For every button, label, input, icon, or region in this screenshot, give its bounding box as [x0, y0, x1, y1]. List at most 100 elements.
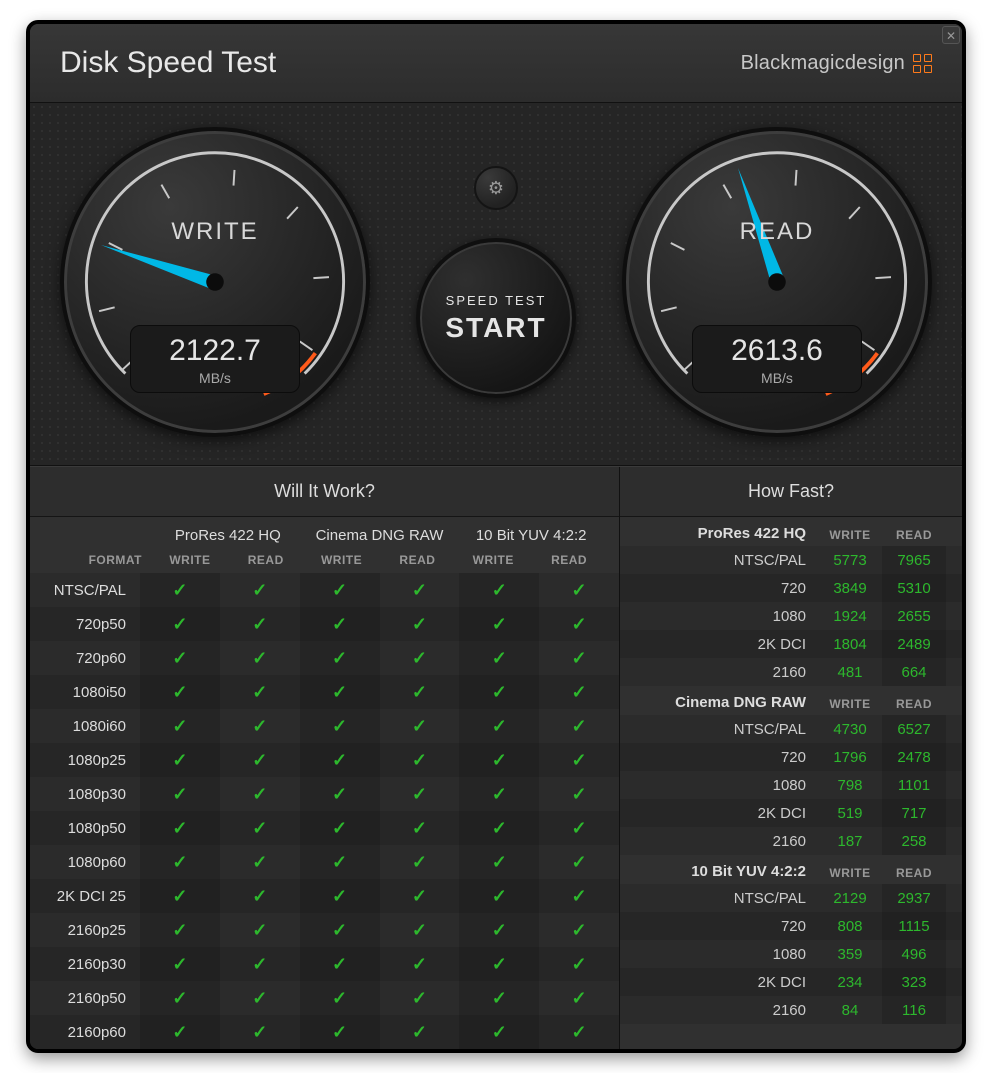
check-icon: ✓ — [140, 913, 220, 947]
format-label: 1080i60 — [30, 718, 140, 735]
how-fast-row: 216084116 — [620, 996, 962, 1024]
hf-read-value: 2937 — [882, 884, 946, 912]
hf-write-value: 2129 — [818, 890, 882, 907]
how-fast-row: 2160481664 — [620, 658, 962, 686]
check-icon: ✓ — [220, 886, 300, 907]
hf-label: 1080 — [636, 608, 818, 625]
hf-label: 2160 — [636, 1002, 818, 1019]
check-icon: ✓ — [459, 743, 539, 777]
check-icon: ✓ — [220, 614, 300, 635]
hf-write-value: 3849 — [818, 580, 882, 597]
hf-write-value: 519 — [818, 805, 882, 822]
check-icon: ✓ — [380, 886, 460, 907]
close-icon[interactable]: ✕ — [942, 26, 960, 44]
hf-read-value: 1101 — [882, 771, 946, 799]
how-fast-row: NTSC/PAL57737965 — [620, 546, 962, 574]
hf-write-value: 187 — [818, 833, 882, 850]
check-icon: ✓ — [380, 716, 460, 737]
hf-label: 1080 — [636, 777, 818, 794]
gear-icon: ⚙ — [488, 178, 504, 199]
hf-write-value: 4730 — [818, 721, 882, 738]
hf-label: 2160 — [636, 833, 818, 850]
check-icon: ✓ — [539, 614, 619, 635]
check-icon: ✓ — [220, 784, 300, 805]
hf-write-value: 5773 — [818, 552, 882, 569]
format-label: 1080p30 — [30, 786, 140, 803]
hf-read-value: 323 — [882, 968, 946, 996]
check-icon: ✓ — [300, 709, 380, 743]
will-it-work-title: Will It Work? — [30, 467, 619, 517]
check-icon: ✓ — [380, 784, 460, 805]
hf-label: 2K DCI — [636, 974, 818, 991]
settings-button[interactable]: ⚙ — [474, 166, 518, 210]
check-icon: ✓ — [380, 614, 460, 635]
check-icon: ✓ — [459, 675, 539, 709]
hf-label: NTSC/PAL — [636, 721, 818, 738]
check-icon: ✓ — [380, 920, 460, 941]
codec-header-2: Cinema DNG RAW — [304, 527, 456, 547]
check-icon: ✓ — [459, 709, 539, 743]
hf-label: 720 — [636, 749, 818, 766]
hf-label: 2160 — [636, 664, 818, 681]
check-icon: ✓ — [300, 607, 380, 641]
check-icon: ✓ — [220, 750, 300, 771]
how-fast-row: 2K DCI234323 — [620, 968, 962, 996]
check-icon: ✓ — [380, 852, 460, 873]
how-fast-panel: How Fast? ProRes 422 HQWRITEREADNTSC/PAL… — [620, 467, 962, 1049]
read-gauge: READ 2613.6 MB/s — [622, 127, 932, 437]
check-icon: ✓ — [220, 580, 300, 601]
how-fast-row: 72017962478 — [620, 743, 962, 771]
check-icon: ✓ — [140, 845, 220, 879]
hf-label: NTSC/PAL — [636, 552, 818, 569]
table-row: 1080p60✓✓✓✓✓✓ — [30, 845, 619, 879]
check-icon: ✓ — [300, 845, 380, 879]
write-unit: MB/s — [131, 370, 298, 386]
check-icon: ✓ — [380, 988, 460, 1009]
hf-write-value: 1796 — [818, 749, 882, 766]
how-fast-row: 2K DCI519717 — [620, 799, 962, 827]
format-label: 2160p25 — [30, 922, 140, 939]
codec-header-3: 10 Bit YUV 4:2:2 — [455, 527, 607, 547]
check-icon: ✓ — [220, 818, 300, 839]
how-fast-title: How Fast? — [620, 467, 962, 517]
check-icon: ✓ — [459, 573, 539, 607]
hf-write-value: 808 — [818, 918, 882, 935]
hf-read-value: 1115 — [882, 912, 946, 940]
format-label: 720p60 — [30, 650, 140, 667]
check-icon: ✓ — [380, 750, 460, 771]
how-fast-row: NTSC/PAL21292937 — [620, 884, 962, 912]
format-label: 1080p60 — [30, 854, 140, 871]
check-icon: ✓ — [539, 886, 619, 907]
check-icon: ✓ — [220, 648, 300, 669]
hf-write-value: 359 — [818, 946, 882, 963]
check-icon: ✓ — [300, 981, 380, 1015]
how-fast-row: 2K DCI18042489 — [620, 630, 962, 658]
check-icon: ✓ — [220, 682, 300, 703]
check-icon: ✓ — [380, 954, 460, 975]
hf-label: 2K DCI — [636, 636, 818, 653]
read-unit: MB/s — [693, 370, 860, 386]
hf-label: NTSC/PAL — [636, 890, 818, 907]
app-title: Disk Speed Test — [60, 46, 276, 80]
start-button[interactable]: SPEED TEST START — [416, 238, 576, 398]
hf-label: 720 — [636, 580, 818, 597]
hf-label: 720 — [636, 918, 818, 935]
hf-write-value: 481 — [818, 664, 882, 681]
how-fast-row: 10807981101 — [620, 771, 962, 799]
check-icon: ✓ — [140, 811, 220, 845]
how-fast-row: 72038495310 — [620, 574, 962, 602]
how-fast-row: 108019242655 — [620, 602, 962, 630]
check-icon: ✓ — [459, 981, 539, 1015]
how-fast-row: NTSC/PAL47306527 — [620, 715, 962, 743]
col-write: WRITE — [818, 528, 882, 542]
how-fast-group-header: Cinema DNG RAWWRITEREAD — [620, 686, 962, 715]
check-icon: ✓ — [539, 784, 619, 805]
hf-label: 1080 — [636, 946, 818, 963]
check-icon: ✓ — [140, 709, 220, 743]
check-icon: ✓ — [459, 777, 539, 811]
how-fast-row: 7208081115 — [620, 912, 962, 940]
check-icon: ✓ — [140, 777, 220, 811]
how-fast-group-header: 10 Bit YUV 4:2:2WRITEREAD — [620, 855, 962, 884]
check-icon: ✓ — [459, 845, 539, 879]
check-icon: ✓ — [300, 743, 380, 777]
